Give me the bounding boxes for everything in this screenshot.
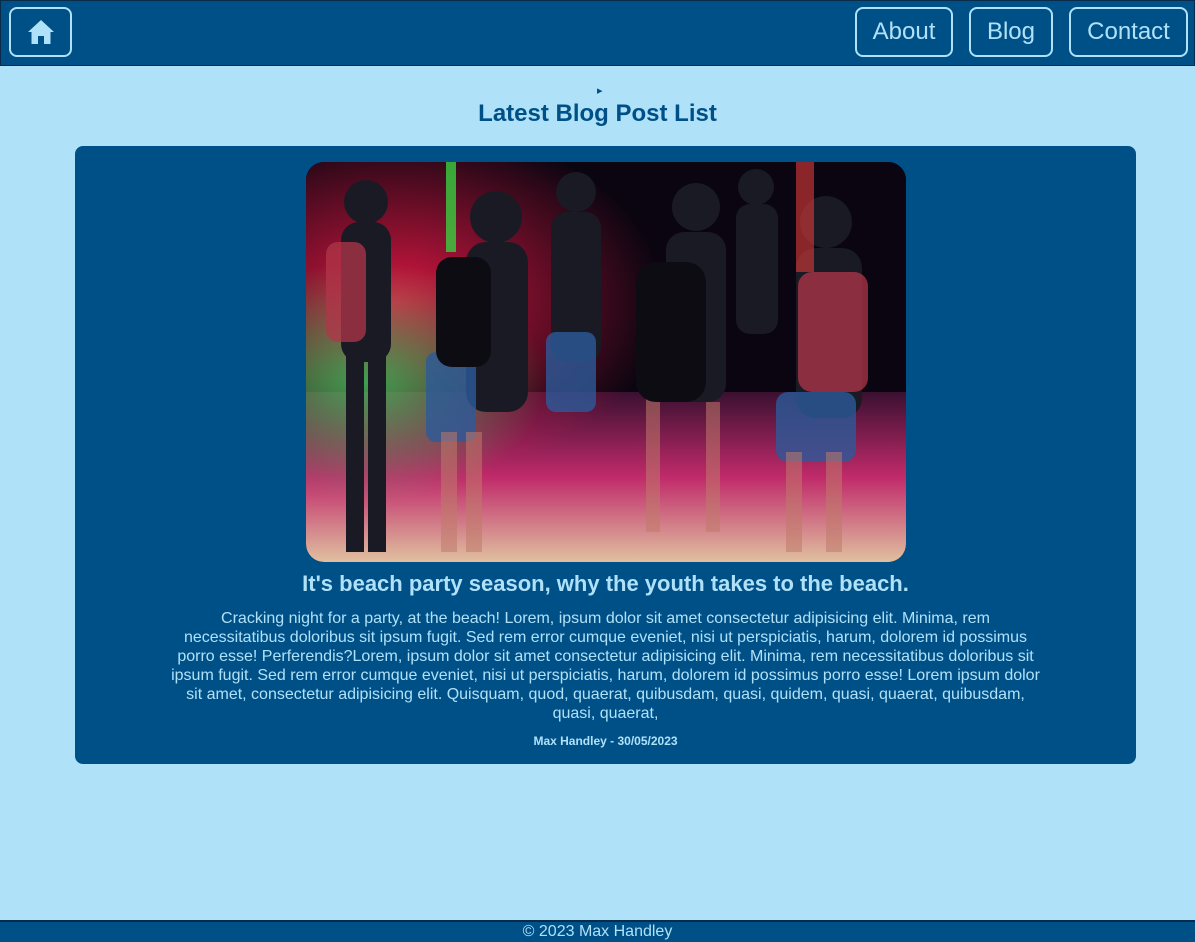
page-heading: Latest Blog Post List <box>478 100 717 127</box>
nav-blog-link[interactable]: Blog <box>969 7 1053 57</box>
post-title[interactable]: It's beach party season, why the youth t… <box>75 571 1136 597</box>
footer: © 2023 Max Handley <box>0 920 1195 942</box>
nav-contact-link[interactable]: Contact <box>1069 7 1188 57</box>
blog-post-card[interactable]: It's beach party season, why the youth t… <box>75 146 1136 764</box>
post-image <box>306 162 906 562</box>
home-button[interactable] <box>9 7 72 57</box>
disclosure-triangle-icon[interactable]: ▸ <box>597 84 603 97</box>
post-excerpt: Cracking night for a party, at the beach… <box>171 610 1040 722</box>
home-icon <box>27 20 54 44</box>
top-navbar: About Blog Contact <box>0 0 1195 66</box>
nav-about-link[interactable]: About <box>855 7 953 57</box>
post-author-date: Max Handley - 30/05/2023 <box>533 734 678 748</box>
